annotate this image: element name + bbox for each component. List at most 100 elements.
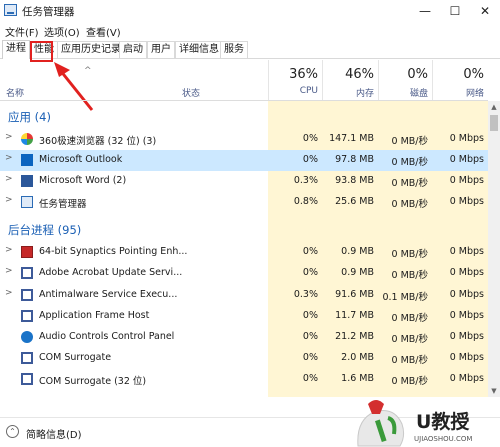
task-manager-app-icon	[4, 4, 17, 16]
memory-value: 0.9 MB	[341, 267, 374, 278]
group-label: 后台进程 (95)	[8, 223, 82, 237]
column-status[interactable]: 状态	[182, 86, 200, 99]
scroll-up-arrow-icon[interactable]: ▲	[488, 101, 500, 113]
menu-options[interactable]: 选项(O)	[44, 24, 80, 39]
memory-value: 0.9 MB	[341, 246, 374, 257]
tab-processes[interactable]: 进程	[2, 40, 30, 59]
column-network[interactable]: 网络	[466, 86, 484, 99]
collapse-up-icon[interactable]: ⌃	[6, 425, 19, 438]
column-divider	[322, 60, 323, 100]
column-cpu[interactable]: CPU	[300, 86, 318, 96]
tab-bar: 进程 性能 应用历史记录 启动 用户 详细信息 服务	[0, 40, 500, 59]
vertical-scrollbar[interactable]: ▲ ▼	[488, 101, 500, 397]
column-divider	[378, 60, 379, 100]
scroll-thumb[interactable]	[490, 115, 498, 131]
column-memory[interactable]: 内存	[356, 86, 374, 99]
process-name: COM Surrogate (32 位)	[39, 376, 147, 387]
disk-value: 0 MB/秒	[391, 157, 428, 168]
memory-value: 93.8 MB	[335, 175, 374, 186]
memory-value: 97.8 MB	[335, 154, 374, 165]
table-row[interactable]: > Microsoft Word (2) 0.3% 93.8 MB 0 MB/秒…	[0, 171, 488, 192]
minimize-button[interactable]: —	[410, 0, 440, 22]
expand-chevron-icon[interactable]: >	[5, 288, 13, 298]
outlook-icon	[21, 154, 33, 166]
memory-value: 11.7 MB	[335, 310, 374, 321]
table-row[interactable]: > Antimalware Service Execu... 0.3% 91.6…	[0, 285, 488, 306]
annotation-highlight-box	[30, 41, 53, 62]
title-bar: 任务管理器 — ☐ ✕	[0, 0, 500, 22]
watermark-brand: U教授	[416, 410, 470, 433]
process-name: Adobe Acrobat Update Servi...	[39, 267, 183, 278]
table-row[interactable]: Application Frame Host 0% 11.7 MB 0 MB/秒…	[0, 306, 488, 327]
table-row[interactable]: > 64-bit Synaptics Pointing Enh... 0% 0.…	[0, 242, 488, 263]
window-title: 任务管理器	[22, 6, 75, 18]
maximize-button[interactable]: ☐	[440, 0, 470, 22]
menu-file[interactable]: 文件(F)	[5, 24, 39, 39]
close-button[interactable]: ✕	[470, 0, 500, 22]
network-value: 0 Mbps	[449, 310, 484, 321]
cpu-value: 0.3%	[293, 289, 318, 300]
network-value: 0 Mbps	[449, 373, 484, 384]
fewer-details-link[interactable]: 简略信息(D)	[26, 426, 82, 441]
com-surrogate-icon	[21, 373, 33, 385]
cpu-value: 0%	[302, 331, 318, 342]
tab-users[interactable]: 用户	[147, 41, 175, 58]
column-name[interactable]: 名称	[6, 86, 24, 99]
cpu-value: 0.3%	[293, 175, 318, 186]
column-header: ^ 名称 状态 36% CPU 46% 内存 0% 磁盘 0% 网络	[0, 60, 488, 101]
tab-startup[interactable]: 启动	[119, 41, 147, 58]
hp-audio-icon	[21, 331, 33, 343]
memory-value: 21.2 MB	[335, 331, 374, 342]
group-label: 应用 (4)	[8, 110, 51, 124]
expand-chevron-icon[interactable]: >	[5, 174, 13, 184]
expand-chevron-icon[interactable]: >	[5, 245, 13, 255]
table-row[interactable]: > 360极速浏览器 (32 位) (3) 0% 147.1 MB 0 MB/秒…	[0, 129, 488, 150]
table-row[interactable]: > Microsoft Outlook 0% 97.8 MB 0 MB/秒 0 …	[0, 150, 488, 171]
table-row[interactable]: > 任务管理器 0.8% 25.6 MB 0 MB/秒 0 Mbps	[0, 192, 488, 213]
network-value: 0 Mbps	[449, 196, 484, 207]
expand-chevron-icon[interactable]: >	[5, 266, 13, 276]
browser-360-icon	[21, 133, 33, 145]
network-value: 0 Mbps	[449, 352, 484, 363]
tab-app-history[interactable]: 应用历史记录	[57, 41, 125, 58]
cpu-value: 0%	[302, 310, 318, 321]
network-value: 0 Mbps	[449, 246, 484, 257]
process-name: Microsoft Outlook	[39, 154, 123, 165]
column-divider	[432, 60, 433, 100]
memory-value: 91.6 MB	[335, 289, 374, 300]
memory-value: 2.0 MB	[341, 352, 374, 363]
memory-value: 1.6 MB	[341, 373, 374, 384]
disk-value: 0 MB/秒	[391, 249, 428, 260]
expand-chevron-icon[interactable]: >	[5, 195, 13, 205]
column-disk[interactable]: 磁盘	[410, 86, 428, 99]
watermark-mascot-icon	[357, 400, 405, 447]
cpu-value: 0.8%	[293, 196, 318, 207]
disk-value: 0.1 MB/秒	[382, 292, 428, 303]
expand-chevron-icon[interactable]: >	[5, 153, 13, 163]
table-row[interactable]: COM Surrogate (32 位) 0% 1.6 MB 0 MB/秒 0 …	[0, 369, 488, 390]
expand-chevron-icon[interactable]: >	[5, 132, 13, 142]
table-row[interactable]: COM Surrogate 0% 2.0 MB 0 MB/秒 0 Mbps	[0, 348, 488, 369]
table-row[interactable]: > Adobe Acrobat Update Servi... 0% 0.9 M…	[0, 263, 488, 284]
menu-view[interactable]: 查看(V)	[86, 24, 121, 39]
memory-value: 25.6 MB	[335, 196, 374, 207]
network-value: 0 Mbps	[449, 267, 484, 278]
disk-value: 0 MB/秒	[391, 313, 428, 324]
com-surrogate-icon	[21, 352, 33, 364]
cpu-total[interactable]: 36%	[289, 67, 318, 82]
cpu-value: 0%	[302, 133, 318, 144]
process-name: Antimalware Service Execu...	[39, 289, 178, 300]
defender-icon	[21, 289, 33, 301]
network-value: 0 Mbps	[449, 175, 484, 186]
network-total[interactable]: 0%	[463, 67, 484, 82]
tab-details[interactable]: 详细信息	[175, 41, 223, 58]
disk-total[interactable]: 0%	[407, 67, 428, 82]
memory-total[interactable]: 46%	[345, 67, 374, 82]
process-name: 64-bit Synaptics Pointing Enh...	[39, 246, 188, 257]
adobe-icon	[21, 267, 33, 279]
disk-value: 0 MB/秒	[391, 270, 428, 281]
table-row[interactable]: Audio Controls Control Panel 0% 21.2 MB …	[0, 327, 488, 348]
process-name: 任务管理器	[39, 199, 87, 210]
network-value: 0 Mbps	[449, 331, 484, 342]
tab-services[interactable]: 服务	[220, 41, 248, 58]
